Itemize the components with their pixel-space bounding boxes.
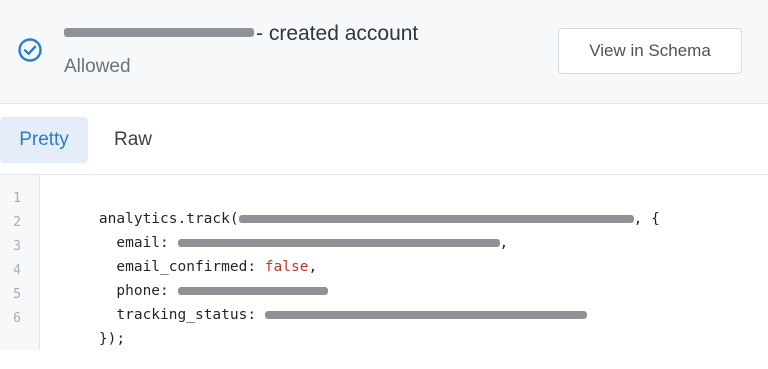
- line-number: 3: [13, 239, 21, 254]
- code-text: });: [98, 331, 126, 347]
- tab-pretty[interactable]: Pretty: [0, 117, 88, 163]
- line-number: 5: [13, 287, 21, 302]
- code-key: tracking_status:: [116, 307, 265, 323]
- code-line: phone:: [64, 261, 328, 299]
- tab-raw[interactable]: Raw: [98, 117, 168, 163]
- code-text: ,: [499, 235, 509, 251]
- code-view: 1 2 3 4 5 6 analytics.track(, { email: ,…: [0, 175, 768, 350]
- code-line: email: ,: [64, 213, 508, 251]
- line-number: 1: [13, 191, 21, 206]
- line-number: 4: [13, 263, 21, 278]
- code-line: tracking_status:: [64, 285, 587, 323]
- redacted-value: [264, 311, 587, 319]
- line-number: 6: [13, 311, 21, 326]
- code-line: });: [64, 309, 125, 347]
- event-title: - created account: [64, 22, 418, 46]
- format-tabs: Pretty Raw: [0, 105, 768, 175]
- code-line: analytics.track(, {: [64, 189, 660, 227]
- code-line: email_confirmed: false,: [64, 237, 317, 275]
- line-number-gutter: 1 2 3 4 5 6: [0, 175, 40, 350]
- view-in-schema-button[interactable]: View in Schema: [558, 28, 742, 74]
- event-header: - created account Allowed View in Schema: [0, 0, 768, 104]
- check-circle-icon: [18, 38, 42, 62]
- status-text: Allowed: [64, 56, 131, 77]
- event-title-suffix: - created account: [256, 22, 419, 45]
- redacted-event-name: [64, 27, 254, 37]
- code-text: , {: [633, 211, 660, 227]
- line-number: 2: [13, 215, 21, 230]
